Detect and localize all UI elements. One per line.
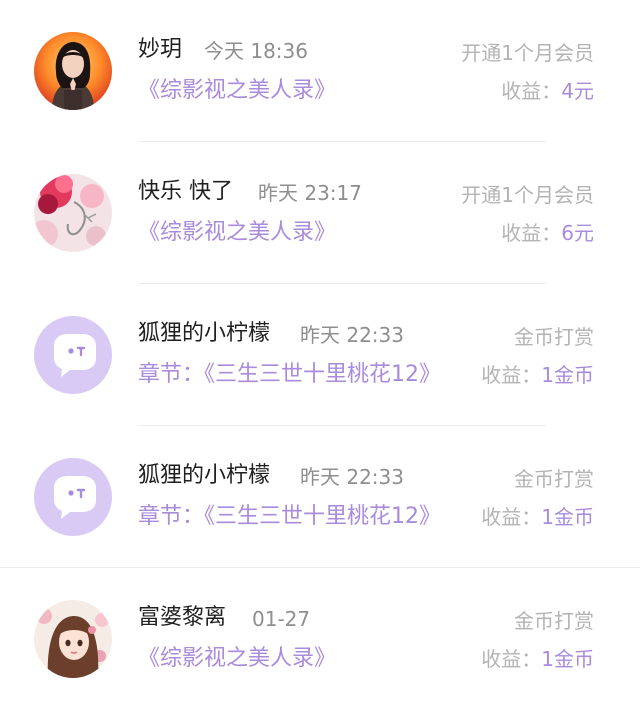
earning-value: 6元	[561, 221, 594, 245]
record-time: 昨天 22:33	[300, 323, 404, 347]
user-name: 快乐 快了	[138, 179, 233, 204]
chapter-title-link[interactable]: 章节：《三生三世十里桃花12》	[138, 360, 441, 390]
record-time: 01-27	[252, 607, 311, 631]
avatar[interactable]	[34, 174, 112, 252]
record-type: 开通1个月会员	[461, 41, 594, 65]
record-row[interactable]: 快乐 快了 昨天 23:17 开通1个月会员 《综影视之美人录》 收益：6元	[0, 142, 640, 284]
earning-value: 1金币	[541, 505, 594, 529]
record-time: 今天 18:36	[204, 39, 308, 63]
book-title-link[interactable]: 《综影视之美人录》	[138, 644, 336, 674]
earning-label: 收益：	[481, 647, 542, 671]
earning: 收益：1金币	[481, 503, 594, 531]
record-row[interactable]: 狐狸的小柠檬 昨天 22:33 金币打赏 章节：《三生三世十里桃花12》 收益：…	[0, 284, 640, 426]
record-row[interactable]: 狐狸的小柠檬 昨天 22:33 金币打赏 章节：《三生三世十里桃花12》 收益：…	[0, 426, 640, 568]
anime-girl-avatar-icon	[34, 600, 112, 678]
record-row[interactable]: 妙玥 今天 18:36 开通1个月会员 《综影视之美人录》 收益：4元	[0, 0, 640, 142]
user-name: 狐狸的小柠檬	[138, 321, 271, 346]
earning: 收益：1金币	[481, 361, 594, 389]
avatar[interactable]	[34, 458, 112, 536]
earning: 收益：4元	[501, 77, 594, 105]
book-title-link[interactable]: 《综影视之美人录》	[138, 218, 336, 248]
earning-label: 收益：	[481, 505, 542, 529]
user-name: 富婆黎离	[138, 605, 227, 630]
user-name: 妙玥	[138, 37, 183, 62]
book-title-link[interactable]: 《综影视之美人录》	[138, 76, 336, 106]
record-type: 金币打赏	[514, 325, 594, 349]
default-chat-avatar-icon	[34, 458, 112, 536]
record-time: 昨天 23:17	[258, 181, 362, 205]
chapter-title-link[interactable]: 章节：《三生三世十里桃花12》	[138, 502, 441, 532]
earning-value: 1金币	[541, 363, 594, 387]
earning: 收益：1金币	[481, 645, 594, 673]
income-record-list: 妙玥 今天 18:36 开通1个月会员 《综影视之美人录》 收益：4元 快乐 快…	[0, 0, 640, 706]
record-row[interactable]: 富婆黎离 01-27 金币打赏 《综影视之美人录》 收益：1金币	[0, 568, 640, 706]
avatar[interactable]	[34, 32, 112, 110]
record-time: 昨天 22:33	[300, 465, 404, 489]
user-name: 狐狸的小柠檬	[138, 463, 271, 488]
avatar[interactable]	[34, 316, 112, 394]
earning-label: 收益：	[481, 363, 542, 387]
flower-photo-avatar-icon	[34, 174, 112, 252]
default-chat-avatar-icon	[34, 316, 112, 394]
earning-label: 收益：	[501, 79, 562, 103]
earning-value: 1金币	[541, 647, 594, 671]
earning-label: 收益：	[501, 221, 562, 245]
earning-value: 4元	[561, 79, 594, 103]
woman-photo-avatar-icon	[34, 32, 112, 110]
record-type: 金币打赏	[514, 467, 594, 491]
avatar[interactable]	[34, 600, 112, 678]
record-type: 开通1个月会员	[461, 183, 594, 207]
record-type: 金币打赏	[514, 609, 594, 633]
earning: 收益：6元	[501, 219, 594, 247]
